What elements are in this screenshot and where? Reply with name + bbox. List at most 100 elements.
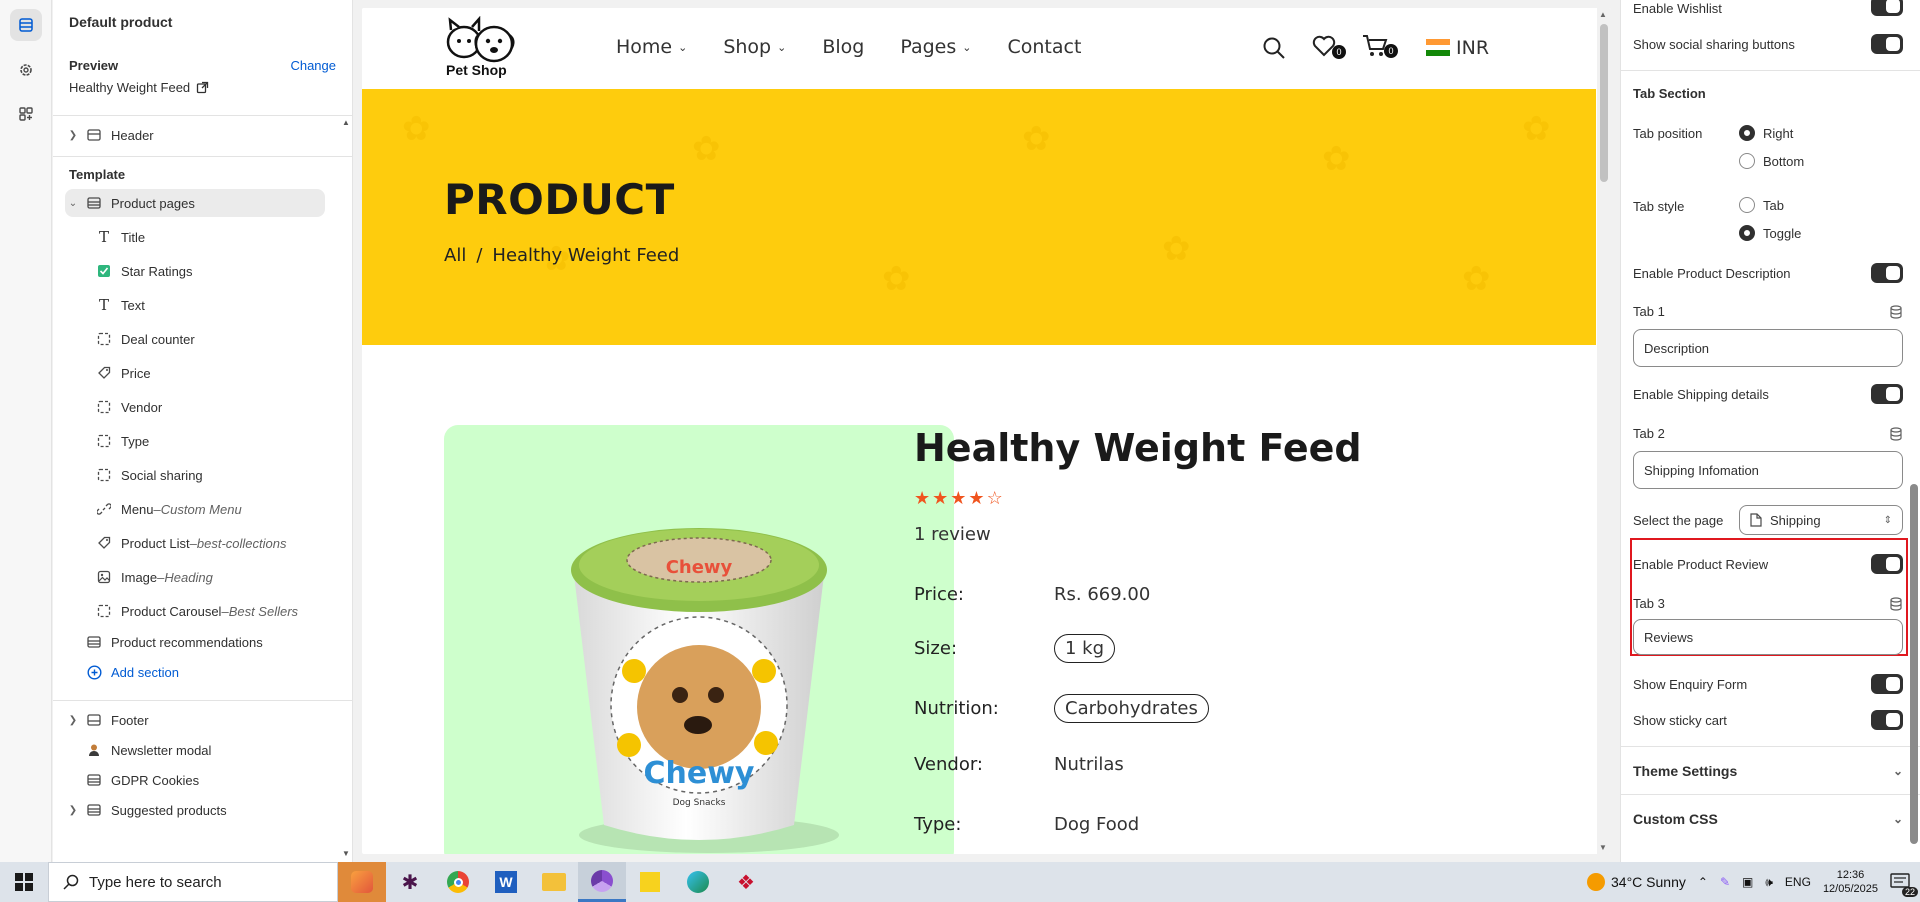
app-rail	[0, 0, 52, 862]
tab-position-right[interactable]: Right	[1739, 125, 1793, 141]
description-toggle[interactable]	[1871, 263, 1903, 283]
taskbar-app-file-explorer[interactable]	[530, 862, 578, 902]
block-product-carousel[interactable]: Product Carousel – Best Sellers	[91, 597, 331, 625]
taskbar-app-word[interactable]: W	[482, 862, 530, 902]
review-toggle[interactable]	[1871, 554, 1903, 574]
theme-settings-rail-button[interactable]	[10, 54, 42, 86]
block-star-ratings[interactable]: Star Ratings	[91, 257, 331, 285]
add-section-button[interactable]: Add section	[81, 658, 341, 686]
sticky-cart-toggle[interactable]	[1871, 710, 1903, 730]
product-photo: Chewy Dog Snacks Chewy	[571, 528, 839, 853]
sidebar-item-footer[interactable]: ❯ Footer	[65, 706, 325, 734]
sidebar-item-newsletter-modal[interactable]: Newsletter modal	[81, 736, 341, 764]
block-product-list[interactable]: Product List – best-collections	[91, 529, 331, 557]
nav-contact[interactable]: Contact	[1007, 36, 1081, 58]
block-social-sharing[interactable]: Social sharing	[91, 461, 331, 489]
search-placeholder: Type here to search	[89, 873, 222, 891]
nav-pages[interactable]: Pages ⌄	[900, 36, 971, 58]
nav-home[interactable]: Home ⌄	[616, 36, 687, 58]
taskbar-app-chrome-profile[interactable]	[578, 862, 626, 902]
dynamic-source-icon[interactable]	[1889, 304, 1903, 319]
tab1-input[interactable]: Description	[1633, 329, 1903, 367]
scroll-up-arrow-icon[interactable]: ▲	[1599, 10, 1607, 19]
taskbar-search[interactable]: Type here to search	[48, 862, 338, 902]
nav-blog[interactable]: Blog	[822, 36, 864, 58]
social-toggle[interactable]	[1871, 34, 1903, 54]
breadcrumb-all[interactable]: All	[444, 245, 466, 266]
tab2-input[interactable]: Shipping Infomation	[1633, 451, 1903, 489]
block-price[interactable]: Price	[91, 359, 331, 387]
scroll-down-arrow-icon[interactable]: ▼	[1599, 843, 1607, 852]
nutrition-option[interactable]: Carbohydrates	[1054, 694, 1209, 723]
language-indicator[interactable]: ENG	[1785, 875, 1811, 889]
block-title[interactable]: T Title	[91, 223, 331, 251]
settings-scrollbar[interactable]	[1910, 0, 1918, 860]
taskbar-app-chrome[interactable]	[434, 862, 482, 902]
start-button[interactable]	[0, 862, 48, 902]
notifications-button[interactable]: 22	[1890, 873, 1918, 897]
scrollbar-thumb[interactable]	[1600, 24, 1608, 182]
sidebar-item-suggested-products[interactable]: ❯ Suggested products	[65, 796, 325, 824]
radio-label: Tab	[1763, 197, 1784, 213]
page-select[interactable]: Shipping ⇕	[1739, 505, 1903, 535]
sidebar-scrollbar[interactable]: ▲ ▼	[342, 118, 350, 858]
network-icon[interactable]: ▣	[1742, 875, 1753, 889]
block-menu[interactable]: Menu – Custom Menu	[91, 495, 331, 523]
volume-icon[interactable]: 🕪	[1765, 875, 1773, 890]
size-option[interactable]: 1 kg	[1054, 634, 1116, 663]
shipping-toggle[interactable]	[1871, 384, 1903, 404]
taskbar-app-sticky-notes[interactable]	[626, 862, 674, 902]
search-icon[interactable]	[1262, 36, 1286, 60]
scroll-down-arrow-icon[interactable]: ▼	[342, 849, 350, 858]
dynamic-source-icon[interactable]	[1889, 596, 1903, 611]
cart-button[interactable]: 0	[1362, 34, 1398, 61]
change-preview-link[interactable]: Change	[290, 58, 336, 73]
weather-widget[interactable]: 34°C Sunny	[1587, 873, 1686, 891]
tab-style-tab[interactable]: Tab	[1739, 197, 1784, 213]
taskbar-app-copilot[interactable]	[338, 862, 386, 902]
chevron-up-icon[interactable]: ⌃	[1698, 875, 1708, 889]
taskbar-app-filezilla[interactable]: ❖	[722, 862, 770, 902]
preview-product[interactable]: Healthy Weight Feed	[69, 80, 209, 95]
enquiry-toggle[interactable]	[1871, 674, 1903, 694]
chevron-right-icon[interactable]: ❯	[65, 805, 81, 816]
tab-style-toggle[interactable]: Toggle	[1739, 225, 1801, 241]
block-type[interactable]: Type	[91, 427, 331, 455]
theme-settings-collapse[interactable]: Theme Settings ⌄	[1633, 763, 1903, 779]
tab3-input[interactable]: Reviews	[1633, 619, 1903, 655]
wishlist-button[interactable]: 0	[1312, 35, 1346, 60]
product-image[interactable]: Chewy Dog Snacks Chewy	[444, 425, 954, 854]
taskbar-app-slack[interactable]: ✱	[386, 862, 434, 902]
app-embeds-rail-button[interactable]	[10, 98, 42, 130]
block-text[interactable]: T Text	[91, 291, 331, 319]
custom-css-collapse[interactable]: Custom CSS ⌄	[1633, 811, 1903, 827]
sidebar-item-product-recommendations[interactable]: Product recommendations	[81, 628, 341, 656]
block-image[interactable]: Image – Heading	[91, 563, 331, 591]
wishlist-toggle[interactable]	[1871, 0, 1903, 16]
clock[interactable]: 12:36 12/05/2025	[1823, 868, 1878, 896]
nav-shop[interactable]: Shop ⌄	[723, 36, 786, 58]
tab-position-bottom[interactable]: Bottom	[1739, 153, 1804, 169]
star-filled-icon: ★	[950, 488, 967, 508]
paw-pattern-icon: ✿	[882, 260, 911, 298]
tab2-label-row: Tab 2	[1633, 426, 1903, 441]
chevron-right-icon[interactable]: ❯	[65, 130, 81, 141]
scrollbar-thumb[interactable]	[1910, 484, 1918, 844]
block-vendor[interactable]: Vendor	[91, 393, 331, 421]
chevron-right-icon[interactable]: ❯	[65, 715, 81, 726]
sidebar-item-product-pages[interactable]: ⌄ Product pages	[65, 189, 325, 217]
dynamic-source-icon[interactable]	[1889, 426, 1903, 441]
review-count[interactable]: 1 review	[914, 524, 991, 545]
block-deal-counter[interactable]: Deal counter	[91, 325, 331, 353]
sidebar-item-gdpr-cookies[interactable]: GDPR Cookies	[81, 766, 341, 794]
sidebar-item-header[interactable]: ❯ Header	[65, 121, 325, 149]
sections-rail-button[interactable]	[10, 9, 42, 41]
chevron-down-icon[interactable]: ⌄	[65, 198, 81, 209]
currency-selector[interactable]: INR	[1426, 37, 1489, 59]
paw-pattern-icon: ✿	[402, 110, 431, 148]
scroll-up-arrow-icon[interactable]: ▲	[342, 118, 350, 127]
plus-circle-icon	[83, 664, 105, 680]
pen-icon[interactable]: ✎	[1720, 875, 1730, 889]
taskbar-app-edge[interactable]	[674, 862, 722, 902]
preview-scrollbar[interactable]: ▲ ▼	[1597, 8, 1611, 854]
